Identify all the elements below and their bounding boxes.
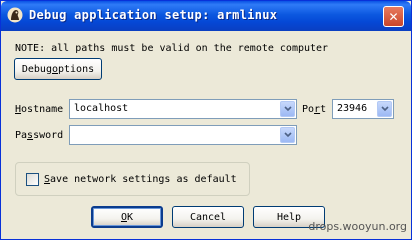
chevron-down-icon (380, 106, 389, 112)
ok-button[interactable]: OK (91, 206, 163, 228)
close-icon: ✕ (388, 9, 399, 24)
save-settings-group: Save network settings as default (15, 162, 250, 196)
save-default-checkbox[interactable] (26, 173, 39, 186)
debug-options-label-pre: Debug (21, 63, 52, 75)
port-value: 23946 (337, 103, 368, 114)
dialog-body: NOTE: all paths must be valid on the rem… (4, 31, 408, 236)
password-label: Password (15, 130, 64, 141)
chevron-down-icon (283, 132, 292, 138)
port-label: Port (302, 104, 327, 115)
cancel-button[interactable]: Cancel (172, 206, 244, 228)
watermark-text: drops.wooyun.org (308, 220, 407, 233)
hostname-dropdown-button[interactable] (280, 101, 295, 117)
dialog-window: Debug application setup: armlinux ✕ NOTE… (0, 0, 412, 240)
debug-options-label-post: ptions (58, 63, 95, 75)
port-dropdown-button[interactable] (377, 101, 392, 117)
ok-label: K (127, 211, 134, 223)
window-title: Debug application setup: armlinux (29, 8, 278, 22)
debug-options-button[interactable]: Debug o ptions (14, 58, 102, 80)
note-text: NOTE: all paths must be valid on the rem… (15, 43, 329, 54)
hostname-label: Hostname (15, 104, 64, 115)
hostname-value: localhost (74, 103, 129, 114)
port-combobox[interactable]: 23946 (332, 99, 394, 119)
title-bar[interactable]: Debug application setup: armlinux ✕ (1, 1, 411, 31)
save-default-label[interactable]: Save network settings as default (44, 174, 237, 185)
ida-app-icon (7, 7, 23, 23)
password-combobox[interactable] (69, 125, 297, 145)
password-dropdown-button[interactable] (280, 127, 295, 143)
close-button[interactable]: ✕ (383, 6, 404, 27)
chevron-down-icon (283, 106, 292, 112)
hostname-combobox[interactable]: localhost (69, 99, 297, 119)
